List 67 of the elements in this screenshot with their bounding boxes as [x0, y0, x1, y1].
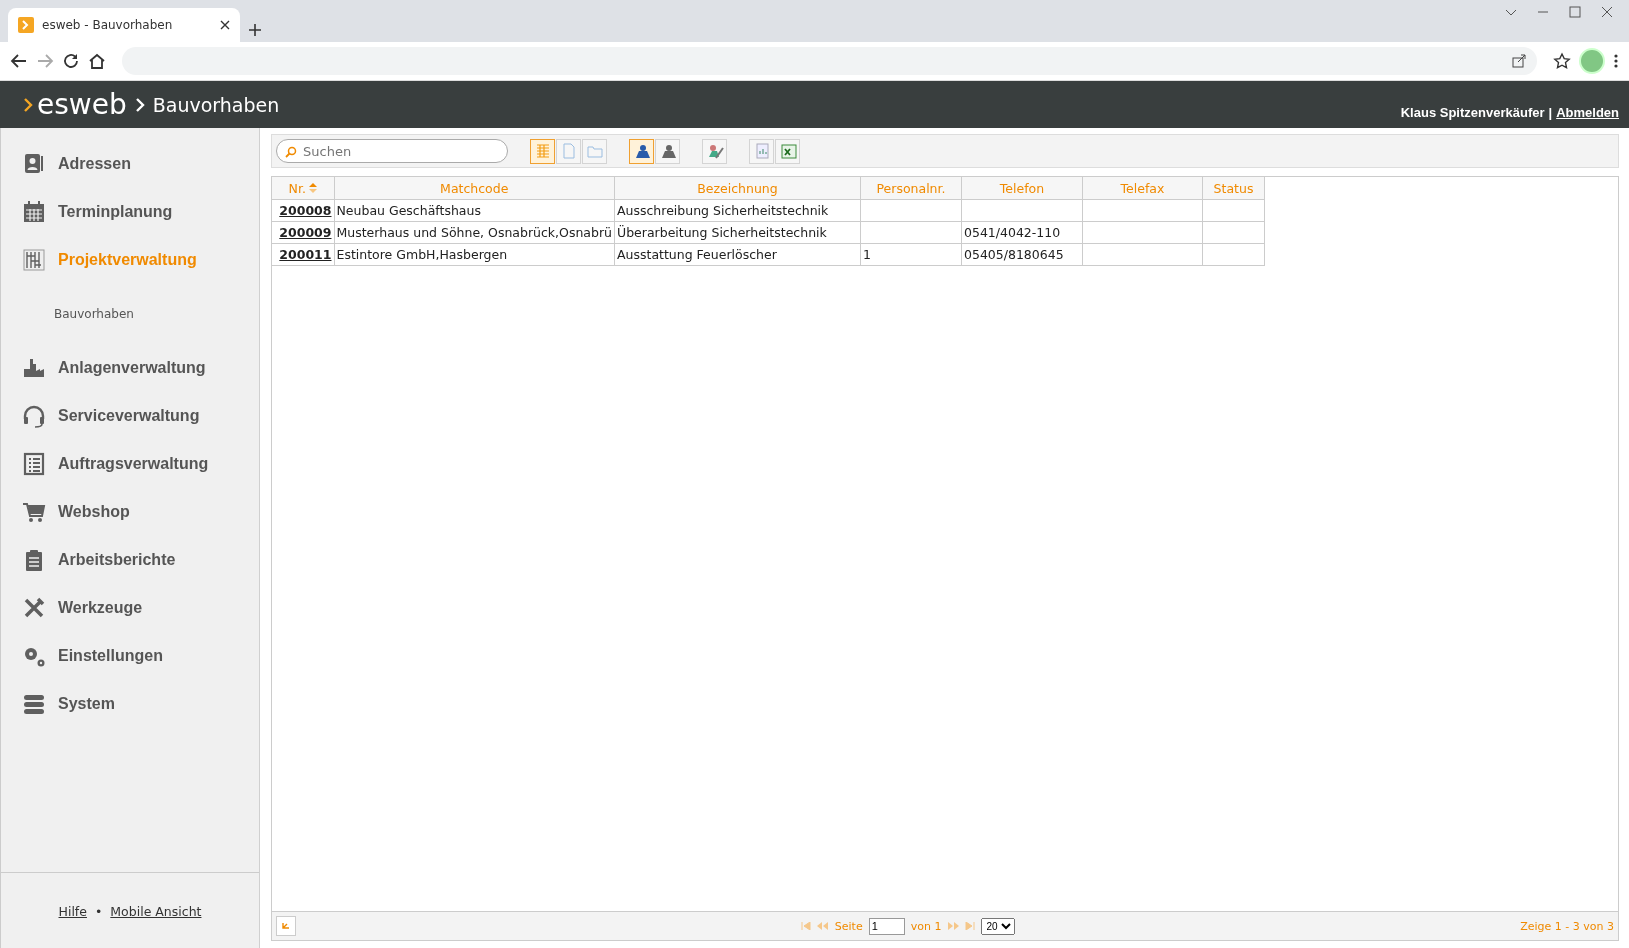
close-icon[interactable]: [220, 20, 230, 30]
table-cell: Estintore GmbH,Hasbergen: [336, 247, 508, 262]
sidebar-item[interactable]: Werkzeuge: [1, 584, 259, 632]
table-cell: 1: [863, 247, 871, 262]
sort-icon: [308, 183, 317, 193]
toolbar-button[interactable]: [655, 138, 680, 164]
record-summary: Zeige 1 - 3 von 3: [1520, 919, 1614, 933]
close-icon[interactable]: [1601, 6, 1613, 18]
menu-icon[interactable]: [1613, 53, 1619, 69]
chevron-icon: [134, 96, 145, 113]
sidebar-item[interactable]: Adressen: [1, 140, 259, 188]
excel-icon: [778, 142, 797, 160]
toolbar-button[interactable]: [775, 138, 800, 164]
back-icon[interactable]: [10, 52, 28, 70]
tools-icon: [22, 596, 46, 620]
table-cell: Ausschreibung Sicherheitstechnik: [617, 203, 829, 218]
maximize-icon[interactable]: [1569, 6, 1581, 18]
separator: |: [1548, 105, 1553, 120]
page-input[interactable]: 1: [868, 917, 905, 935]
table-cell: 05405/8180645: [964, 247, 1064, 262]
table-cell: Neubau Geschäftshaus: [336, 203, 481, 218]
sidebar-subitem[interactable]: Bauvorhaben: [1, 284, 259, 344]
server-icon: [22, 692, 46, 716]
help-link[interactable]: Hilfe: [58, 903, 87, 919]
list-icon: [22, 452, 46, 476]
sidebar-item[interactable]: Einstellungen: [1, 632, 259, 680]
logo[interactable]: esweb: [37, 88, 127, 121]
page-count: von 1: [910, 919, 942, 933]
headset-icon: [22, 404, 46, 428]
search-icon: [285, 146, 297, 158]
sidebar-item[interactable]: System: [1, 680, 259, 728]
table-cell: Überarbeitung Sicherheitstechnik: [617, 225, 827, 240]
logout-link[interactable]: Abmelden: [1556, 105, 1619, 120]
logo-icon: [18, 17, 34, 33]
forward-icon[interactable]: [36, 52, 54, 70]
search-field[interactable]: Suchen: [276, 139, 508, 163]
mobile-view-link[interactable]: Mobile Ansicht: [110, 903, 202, 919]
chart-grid-icon: [22, 248, 46, 272]
sidebar-item[interactable]: Webshop: [1, 488, 259, 536]
home-icon[interactable]: [88, 52, 106, 70]
table-cell: Ausstattung Feuerlöscher: [617, 247, 777, 262]
toolbar-button[interactable]: [702, 138, 727, 164]
table-cell: Musterhaus und Söhne, Osnabrück,Osnabrü: [336, 225, 612, 240]
user-name: Klaus Spitzenverkäufer: [1400, 105, 1545, 120]
toolbar-button[interactable]: [629, 138, 654, 164]
page-title: Bauvorhaben: [152, 93, 280, 116]
star-icon[interactable]: [1553, 52, 1571, 70]
profile-avatar[interactable]: [1579, 48, 1605, 74]
factory-icon: [22, 356, 46, 380]
sidebar-item[interactable]: Arbeitsberichte: [1, 536, 259, 584]
new-tab-icon[interactable]: [248, 23, 262, 37]
share-icon[interactable]: [1511, 53, 1527, 69]
calendar-icon: [22, 200, 46, 224]
sidebar-item[interactable]: Terminplanung: [1, 188, 259, 236]
page-size-select[interactable]: 20: [981, 917, 1016, 935]
back-button[interactable]: [276, 916, 296, 936]
sidebar-item[interactable]: Serviceverwaltung: [1, 392, 259, 440]
sidebar-item[interactable]: Auftragsverwaltung: [1, 440, 259, 488]
chevron-icon: [24, 96, 34, 113]
cart-icon: [22, 500, 46, 524]
contact-card-icon: [22, 152, 46, 176]
sidebar-item[interactable]: Anlagenverwaltung: [1, 344, 259, 392]
reload-icon[interactable]: [62, 52, 80, 70]
page-label: Seite: [834, 919, 863, 933]
browser-tab[interactable]: esweb - Bauvorhaben: [8, 8, 240, 42]
table-cell: 0541/4042-110: [964, 225, 1061, 240]
separator: •: [94, 903, 103, 919]
